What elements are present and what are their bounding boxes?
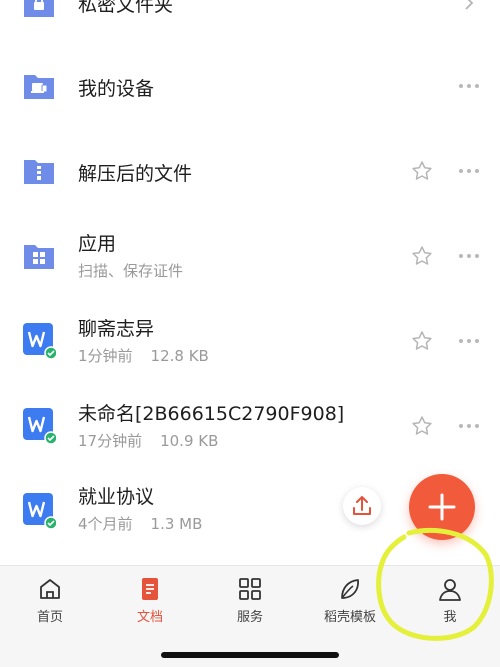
wps-doc-icon	[23, 408, 56, 445]
list-item[interactable]: 解压后的文件	[0, 129, 500, 213]
more-icon[interactable]	[458, 252, 480, 260]
star-icon[interactable]	[411, 330, 433, 352]
item-size: 1.3 MB	[150, 515, 203, 533]
chevron-right-icon[interactable]	[464, 0, 474, 10]
more-icon[interactable]	[458, 337, 480, 345]
item-subtitle: 扫描、保存证件	[78, 262, 184, 280]
zip-folder-icon	[24, 160, 54, 184]
list-item[interactable]: 聊斋志异 1分钟前 12.8 KB	[0, 299, 500, 383]
tab-services[interactable]: 服务	[210, 576, 290, 626]
item-size: 12.8 KB	[150, 347, 209, 365]
leaf-icon	[341, 579, 359, 599]
item-title: 解压后的文件	[78, 163, 193, 185]
tab-home[interactable]: 首页	[10, 576, 90, 626]
home-indicator	[161, 652, 339, 658]
list-item[interactable]: 未命名[2B66615C2790F908] 17分钟前 10.9 KB	[0, 384, 500, 468]
item-title: 我的设备	[78, 78, 155, 100]
device-folder-icon	[24, 75, 54, 99]
tab-label: 服务	[236, 610, 263, 625]
item-title: 私密文件夹	[78, 0, 174, 16]
wps-doc-icon	[23, 323, 56, 360]
lock-folder-icon	[24, 0, 54, 17]
more-icon[interactable]	[458, 167, 480, 175]
list-item[interactable]: 私密文件夹	[0, 0, 500, 44]
plus-icon	[428, 493, 456, 521]
star-icon[interactable]	[411, 160, 433, 182]
more-icon[interactable]	[458, 82, 480, 90]
document-icon	[142, 578, 158, 600]
upload-icon	[353, 496, 371, 515]
person-icon	[439, 579, 461, 601]
grid-icon	[239, 578, 261, 600]
wps-doc-icon	[23, 493, 56, 530]
item-time: 4个月前	[78, 515, 133, 533]
more-icon[interactable]	[458, 422, 480, 430]
add-button[interactable]	[409, 474, 475, 540]
tab-label: 首页	[36, 610, 63, 625]
tab-documents[interactable]: 文档	[110, 576, 190, 626]
home-icon	[40, 579, 60, 599]
star-icon[interactable]	[411, 245, 433, 267]
upload-button[interactable]	[343, 487, 381, 525]
item-title: 就业协议	[78, 486, 155, 508]
list-item[interactable]: 应用 扫描、保存证件	[0, 214, 500, 298]
item-title: 未命名[2B66615C2790F908]	[78, 403, 345, 425]
item-size: 10.9 KB	[160, 432, 219, 450]
list-item[interactable]: 我的设备	[0, 44, 500, 128]
apps-folder-icon	[24, 245, 54, 269]
tab-label: 我	[443, 610, 457, 625]
item-time: 17分钟前	[78, 432, 143, 450]
tab-label: 文档	[136, 610, 163, 625]
item-meta: 1分钟前 12.8 KB	[78, 345, 209, 366]
tab-label: 稻壳模板	[323, 610, 376, 625]
item-meta: 17分钟前 10.9 KB	[78, 430, 218, 451]
star-icon[interactable]	[411, 415, 433, 437]
item-time: 1分钟前	[78, 347, 133, 365]
item-meta: 4个月前 1.3 MB	[78, 513, 202, 534]
tab-me[interactable]: 我	[410, 576, 490, 626]
item-title: 应用	[78, 233, 117, 255]
item-title: 聊斋志异	[78, 318, 155, 340]
tab-templates[interactable]: 稻壳模板	[310, 576, 390, 626]
